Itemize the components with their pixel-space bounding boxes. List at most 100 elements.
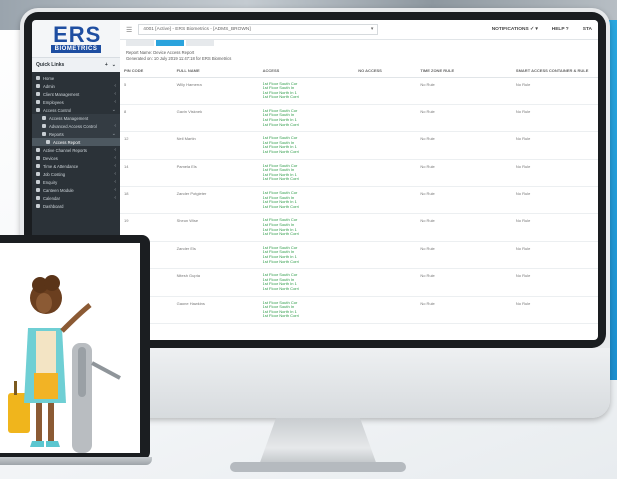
sidebar-item[interactable]: Canteen Module ‹ [32,186,120,194]
status-menu[interactable]: STA [583,27,592,32]
main-content: ☰ 4001 [Active] - ERS Biometrics - [ADMS… [120,20,598,340]
sidebar-item[interactable]: Time & Attendance ‹ [32,162,120,170]
laptop-screen [0,243,140,453]
logo-area[interactable]: ERS BIOMETRICS [32,20,120,58]
column-header[interactable]: PIN CODE [120,65,173,78]
sidebar-item[interactable]: Client Management ‹ [32,90,120,98]
column-header[interactable]: ACCESS [258,65,355,78]
sidebar-item[interactable]: Devices ‹ [32,154,120,162]
sidebar-item[interactable]: Home [32,74,120,82]
sidebar-item[interactable]: Access Control ⌄ [32,106,120,114]
sidebar-item[interactable]: Employees ‹ [32,98,120,106]
menu-icon [36,180,40,184]
tenant-select[interactable]: 4001 [Active] - ERS Biometrics - [ADMS_B… [138,24,379,35]
time-zone-rule-cell: No Rule [416,268,512,297]
chevron-icon: ‹ [114,91,116,97]
table-row[interactable]: 19 Sheun Wise 1st Floor South Cor 1st Floor… [120,213,598,242]
notifications-menu[interactable]: NOTIFICATIONS ✓ ▾ [492,27,538,32]
chevron-icon: ‹ [114,83,116,89]
no-access-cell [354,186,417,215]
no-access-cell [354,268,417,297]
smart-access-cell: No Rule [511,159,598,188]
smart-access-cell: No Rule [511,268,598,297]
pin-code-cell: 18 [120,186,173,215]
sidebar-item-label: Canteen Module [43,187,74,193]
column-header[interactable]: SMART ACCESS CONTAINER & RULE [511,65,598,78]
quick-links-toggle-icon[interactable]: ⌄ [112,62,116,68]
time-zone-rule-cell: No Rule [416,296,512,324]
access-cell: 1st Floor South Cor 1st Floor South In 1st… [258,241,355,270]
access-cell: 1st Floor South Cor 1st Floor South In 1st… [258,159,355,188]
monitor-stand [258,418,378,468]
full-name-cell: Gavin Visknek [172,104,259,133]
add-quick-link-button[interactable]: + [105,62,108,68]
full-name-cell: Neil Martin [172,131,259,160]
table-row[interactable]: Gaone Hawkins 1st Floor South Cor 1st Floo… [120,296,598,324]
help-menu[interactable]: HELP ? [552,27,569,32]
dropdown-arrow-icon: ▾ [370,27,374,32]
sidebar-item[interactable]: Reports ⌄ [32,130,120,138]
sidebar-item-label: Home [43,75,55,81]
time-zone-rule-cell: No Rule [416,241,512,270]
full-name-cell: Zander Potgieter [172,186,259,215]
table-row[interactable]: Nitesh Gupta 1st Floor South Cor 1st Floor… [120,268,598,297]
sidebar-item[interactable]: Dashboard [32,202,120,210]
access-cell: 1st Floor South Cor 1st Floor South In 1st… [258,104,355,133]
access-report-table: PIN CODE FULL NAME ACCESS NO ACCESS TIME ZON… [120,65,598,324]
sidebar-item-label: Active Channel Reports [43,147,87,153]
column-header[interactable]: FULL NAME [172,65,259,78]
sidebar-item-label: Employees [43,99,64,105]
chevron-icon: ‹ [114,187,116,193]
column-header[interactable]: NO ACCESS [354,65,417,78]
smart-access-cell: No Rule [511,131,598,160]
smart-access-cell: No Rule [511,104,598,133]
chevron-icon: ‹ [114,163,116,169]
table-row[interactable]: 12 Neil Martin 1st Floor South Cor 1st Floo… [120,131,598,160]
sidebar-item[interactable]: Advanced Access Control ‹ [32,122,120,130]
time-zone-rule-cell: No Rule [416,131,512,160]
access-door-line: 1st Floor North Corri [262,285,299,291]
sidebar-item[interactable]: Job Costing ‹ [32,170,120,178]
tenant-select-value: 4001 [Active] - ERS Biometrics - [ADMS_B… [143,27,251,32]
table-row[interactable]: Zander Els 1st Floor South Cor 1st Floor S… [120,241,598,270]
sidebar-item[interactable]: Calendar ‹ [32,194,120,202]
table-header-row: PIN CODE FULL NAME ACCESS NO ACCESS TIME ZON… [120,65,598,78]
sidebar-item-label: Client Management [43,91,80,97]
access-cell: 1st Floor South Cor 1st Floor South In 1st… [258,268,355,297]
access-cell: 1st Floor South Cor 1st Floor South In 1st… [258,186,355,215]
sidebar-item[interactable]: Access Management [32,114,120,122]
laptop [0,235,152,467]
quick-links-title: Quick Links [36,62,65,68]
no-access-cell [354,131,417,160]
pin-code-cell: 8 [120,104,173,133]
hamburger-menu-icon[interactable]: ☰ [126,26,132,34]
sidebar-item[interactable]: Active Channel Reports ‹ [32,146,120,154]
menu-icon [36,188,40,192]
no-access-cell [354,241,417,270]
table-row[interactable]: 5 Willy Hamerra 1st Floor South Cor 1st Flo… [120,77,598,105]
no-access-cell [354,104,417,133]
access-door-line: 1st Floor North Corri [262,121,299,127]
sidebar-item[interactable]: Enquiry ‹ [32,178,120,186]
sidebar-item[interactable]: Access Report [32,138,120,146]
menu-icon [36,100,40,104]
sidebar-item[interactable]: Admin ‹ [32,82,120,90]
table-row[interactable]: 18 Zander Potgieter 1st Floor South Cor 1st… [120,186,598,215]
chevron-icon: ⌄ [111,107,116,113]
full-name-cell: Willy Hamerra [172,77,259,105]
pin-code-cell: 14 [120,159,173,188]
chevron-icon: ‹ [114,99,116,105]
sidebar-item-label: Dashboard [43,203,64,209]
access-door-line: 1st Floor North Corri [262,94,299,100]
column-header[interactable]: TIME ZONE RULE [416,65,512,78]
table-row[interactable]: 8 Gavin Visknek 1st Floor South Cor 1st Flo… [120,104,598,133]
chevron-icon: ‹ [114,179,116,185]
full-name-cell: Sheun Wise [172,213,259,242]
woman-at-turnstile-illustration [8,275,121,453]
menu-icon [36,196,40,200]
menu-icon [36,148,40,152]
table-row[interactable]: 14 Pamela Els 1st Floor South Cor 1st Floor… [120,159,598,188]
sidebar-item-label: Admin [43,83,55,89]
logo-subtext: BIOMETRICS [50,44,102,53]
menu-icon [42,124,46,128]
